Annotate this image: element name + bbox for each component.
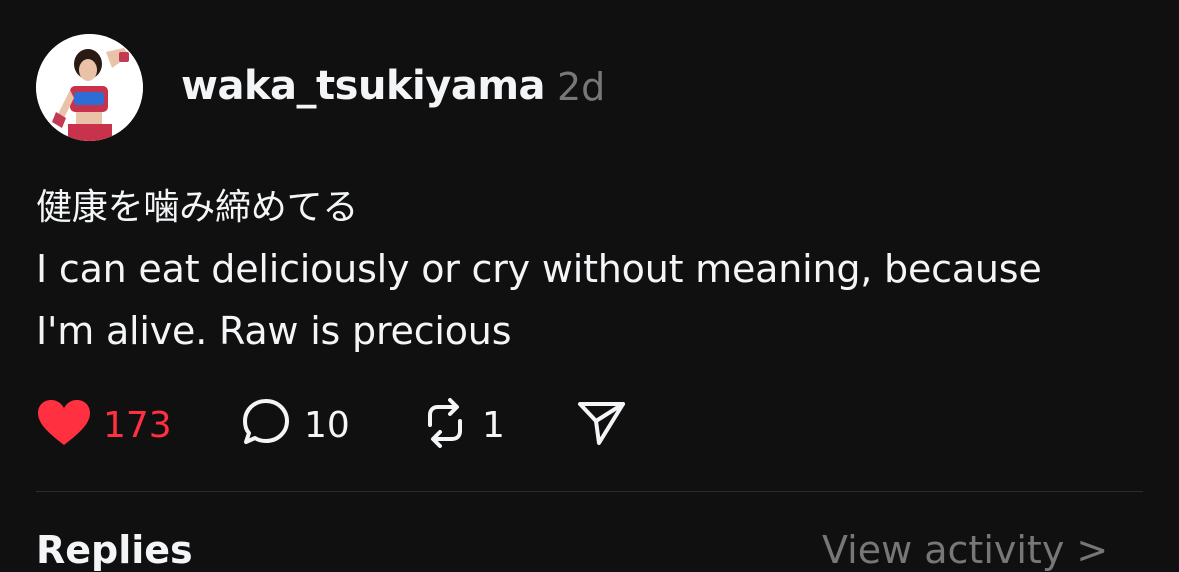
comment-icon bbox=[240, 397, 292, 453]
like-button[interactable]: 173 bbox=[37, 397, 172, 453]
view-activity-link[interactable]: View activity > bbox=[822, 528, 1108, 572]
thread-post: waka_tsukiyama 2d 健康を噛み締めてる I can eat de… bbox=[0, 0, 1179, 572]
post-text-japanese: 健康を噛み締めてる bbox=[36, 187, 359, 228]
reply-button[interactable]: 10 bbox=[240, 397, 350, 453]
post-text-line-2: I'm alive. Raw is precious bbox=[36, 309, 512, 353]
post-text-line-1: I can eat deliciously or cry without mea… bbox=[36, 247, 1042, 291]
post-timestamp: 2d bbox=[557, 65, 606, 109]
avatar[interactable] bbox=[36, 34, 143, 141]
send-icon bbox=[577, 399, 627, 451]
heart-icon bbox=[37, 399, 91, 451]
reply-count: 10 bbox=[304, 404, 350, 446]
username[interactable]: waka_tsukiyama bbox=[181, 63, 546, 109]
post-actions: 173 10 1 bbox=[0, 397, 1179, 453]
divider bbox=[36, 491, 1143, 492]
like-count: 173 bbox=[103, 404, 172, 446]
replies-heading: Replies bbox=[36, 528, 193, 572]
repost-count: 1 bbox=[482, 404, 505, 446]
repost-button[interactable]: 1 bbox=[420, 397, 505, 453]
repost-icon bbox=[420, 397, 470, 453]
share-button[interactable] bbox=[577, 397, 627, 453]
